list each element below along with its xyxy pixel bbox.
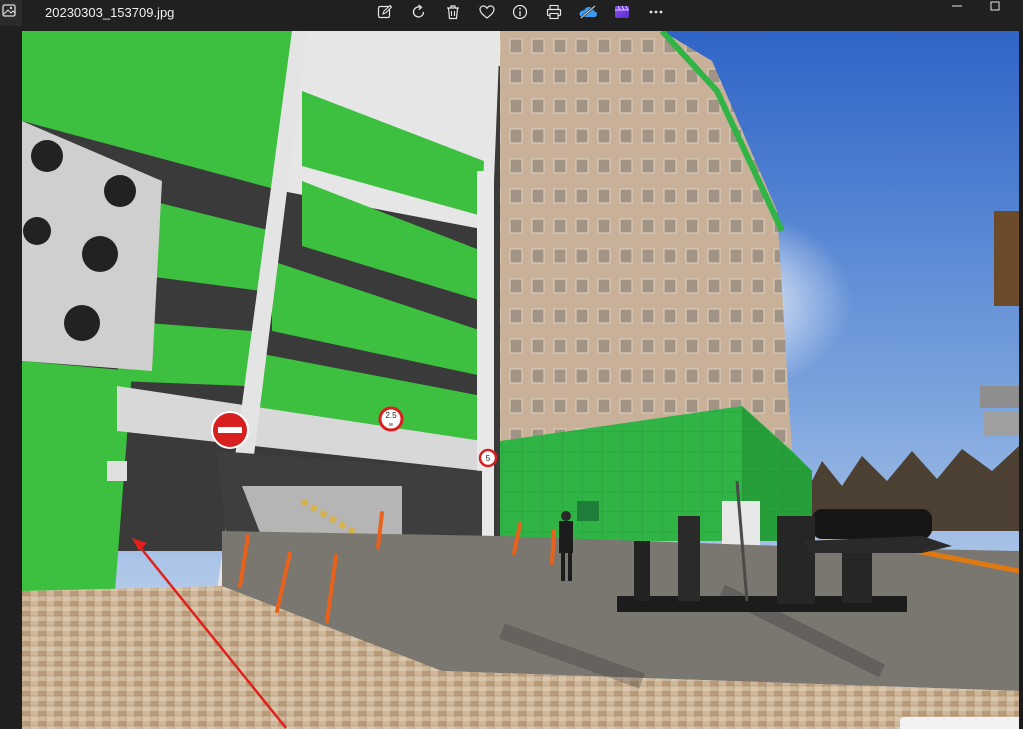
speed-limit-sign: 5 [486,454,491,463]
maximize-icon [989,0,1001,16]
print-icon [546,4,562,20]
favorite-button[interactable] [476,2,498,22]
trash-icon [445,4,461,20]
overlay-panel-edge [900,717,1019,729]
cloud-icon [578,4,598,20]
file-info-button[interactable] [509,2,531,22]
minimize-icon [951,0,963,16]
rotate-icon [411,4,427,20]
parking-garage-photo: 2.5 м 5 [22,31,1019,729]
title-bar: 20230303_153709.jpg [0,0,1023,31]
image-viewer[interactable]: 2.5 м 5 [22,31,1019,729]
more-options-button[interactable] [645,2,667,22]
edit-image-icon [377,4,393,20]
info-icon [512,4,528,20]
minimize-button[interactable] [939,0,975,14]
photos-app-icon [0,0,22,26]
height-limit-sign: 2.5 [385,411,397,420]
heart-icon [479,4,495,20]
window-edge [1019,31,1023,729]
delete-button[interactable] [442,2,464,22]
clipchamp-icon [614,4,630,20]
more-icon [648,4,664,20]
file-name: 20230303_153709.jpg [45,5,175,20]
maximize-button[interactable] [977,0,1013,14]
onedrive-button[interactable] [577,2,599,22]
edit-image-button[interactable] [374,2,396,22]
rotate-button[interactable] [408,2,430,22]
clipchamp-button[interactable] [611,2,633,22]
print-button[interactable] [543,2,565,22]
height-limit-unit: м [389,422,393,428]
